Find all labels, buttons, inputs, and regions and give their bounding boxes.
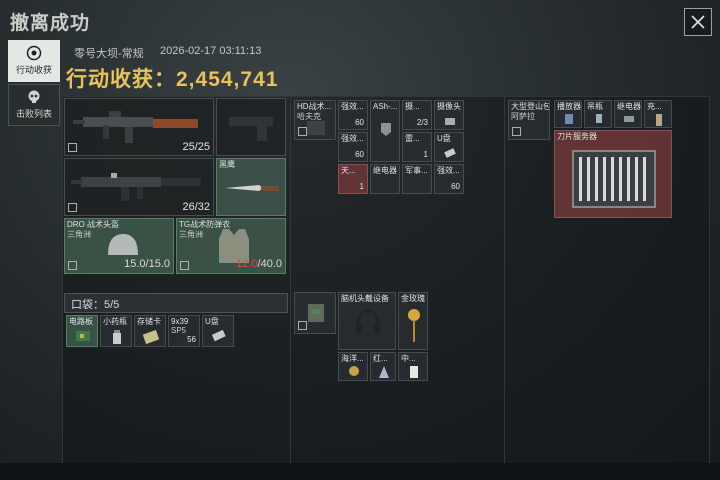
backpack-icon [308,304,324,322]
rig-item[interactable]: 继电器 [370,164,400,194]
close-button[interactable] [684,8,712,36]
rig-item[interactable]: U盘 [434,132,464,162]
column-divider [504,96,505,464]
tab-loot[interactable]: 行动收获 [8,40,60,82]
rig-item[interactable]: 摄... 2/3 [402,100,432,130]
golden-rose-icon [408,309,420,342]
blade-server-icon [572,150,656,208]
lock-icon [298,127,307,136]
pistol-silhouette-icon [229,117,273,141]
skull-icon [28,90,40,103]
lock-icon [68,143,77,152]
primary-ammo: 25/25 [182,141,210,153]
pocket-item[interactable]: 小药瓶 [100,315,132,347]
relay-icon [624,116,634,122]
large-backpack-slot[interactable]: 大型登山包 阿萨拉 [508,100,550,140]
safebox-item-large[interactable]: 刀片服务器 [554,130,672,218]
iv-bag-icon [596,114,602,123]
raid-timestamp: 2026-02-17 03:11:13 [160,45,262,57]
pistol-slot[interactable] [216,98,286,156]
safebox-item[interactable]: 播放器 [554,100,582,128]
knife-icon [225,185,279,191]
backpack-item[interactable]: 红... [370,352,396,381]
armor-durability: 12.0/40.0 [236,258,282,270]
pocket-label: 口袋：5/5 [71,299,120,311]
pocket-item[interactable]: 存储卡 [134,315,166,347]
backpack-item[interactable]: 中... [398,352,428,381]
usb-drive-icon [211,329,226,342]
plate-icon [381,123,391,136]
document-icon [410,366,418,378]
map-name: 零号大坝-常规 [74,48,144,60]
rig-item[interactable]: 摄像头 [434,100,464,130]
armor-sub: 三角洲 [179,230,203,239]
helmet-sub: 三角洲 [67,230,91,239]
rig-slot[interactable]: HD战术... 哈夫克 [294,100,336,140]
secondary-weapon-slot[interactable]: 26/32 [64,158,214,216]
backpack-item[interactable]: 海洋... [338,352,368,381]
figurine-icon [379,366,389,378]
lock-icon [68,261,77,270]
rig-item[interactable]: 强效... 60 [338,100,368,130]
footer-bar [0,463,720,480]
rig-item[interactable]: 军事... [402,164,432,194]
pocket-item[interactable]: U盘 [202,315,234,347]
melee-slot[interactable]: 黑鹰 [216,158,286,216]
helmet-icon [108,234,138,255]
memory-card-icon [143,330,159,344]
safebox-item[interactable]: 充... [644,100,672,128]
pocket-item[interactable]: 电路板 [66,315,98,347]
headset-device-icon [356,309,380,334]
pocket-header: 口袋：5/5 [64,293,288,313]
safebox-item[interactable]: 吊瓶 [584,100,612,128]
rifle-icon [71,173,201,201]
armor-slot[interactable]: TG战术防弹衣 三角洲 12.0/40.0 [176,218,286,274]
lock-icon [180,261,189,270]
coin-icon [349,366,359,376]
usb-drive-icon [444,148,456,158]
page-title: 撤离成功 [10,13,91,34]
battery-icon [656,114,662,126]
secondary-ammo: 26/32 [182,201,210,213]
safebox-item[interactable]: 继电器 [614,100,642,128]
backpack-item[interactable]: 脑机头戴设备 [338,292,396,350]
loot-value-title: 行动收获：2,454,741 [66,68,279,91]
column-divider [290,96,291,464]
pill-bottle-icon [113,330,121,344]
helmet-durability: 15.0/15.0 [124,258,170,270]
lock-icon [512,127,521,136]
helmet-slot[interactable]: DRO 战术头盔 三角洲 15.0/15.0 [64,218,174,274]
circuit-board-icon [76,331,90,341]
lock-icon [68,203,77,212]
backpack-slot[interactable] [294,292,336,334]
rig-item[interactable]: 强效... 60 [338,132,368,162]
tactical-rig-icon [307,121,325,135]
rig-item[interactable]: ASh-... [370,100,400,162]
rig-item[interactable]: 强效... 60 [434,164,464,194]
rig-item[interactable]: 雷... 1 [402,132,432,162]
tab-kills[interactable]: 击败列表 [8,84,60,126]
close-icon [691,15,705,29]
rig-item[interactable]: 天... 1 [338,164,368,194]
lock-icon [298,321,307,330]
primary-weapon-slot[interactable]: 25/25 [64,98,214,156]
target-icon [26,45,42,61]
pocket-item[interactable]: 9x39 SP5 56 [168,315,200,347]
backpack-item[interactable]: 金玫瑰 [398,292,428,350]
camera-icon [445,118,455,125]
helmet-name: DRO 战术头盔 [67,220,119,229]
media-player-icon [565,114,573,124]
melee-name: 黑鹰 [219,160,235,169]
tab-kills-label: 击败列表 [15,109,52,119]
tab-loot-label: 行动收获 [15,65,52,75]
